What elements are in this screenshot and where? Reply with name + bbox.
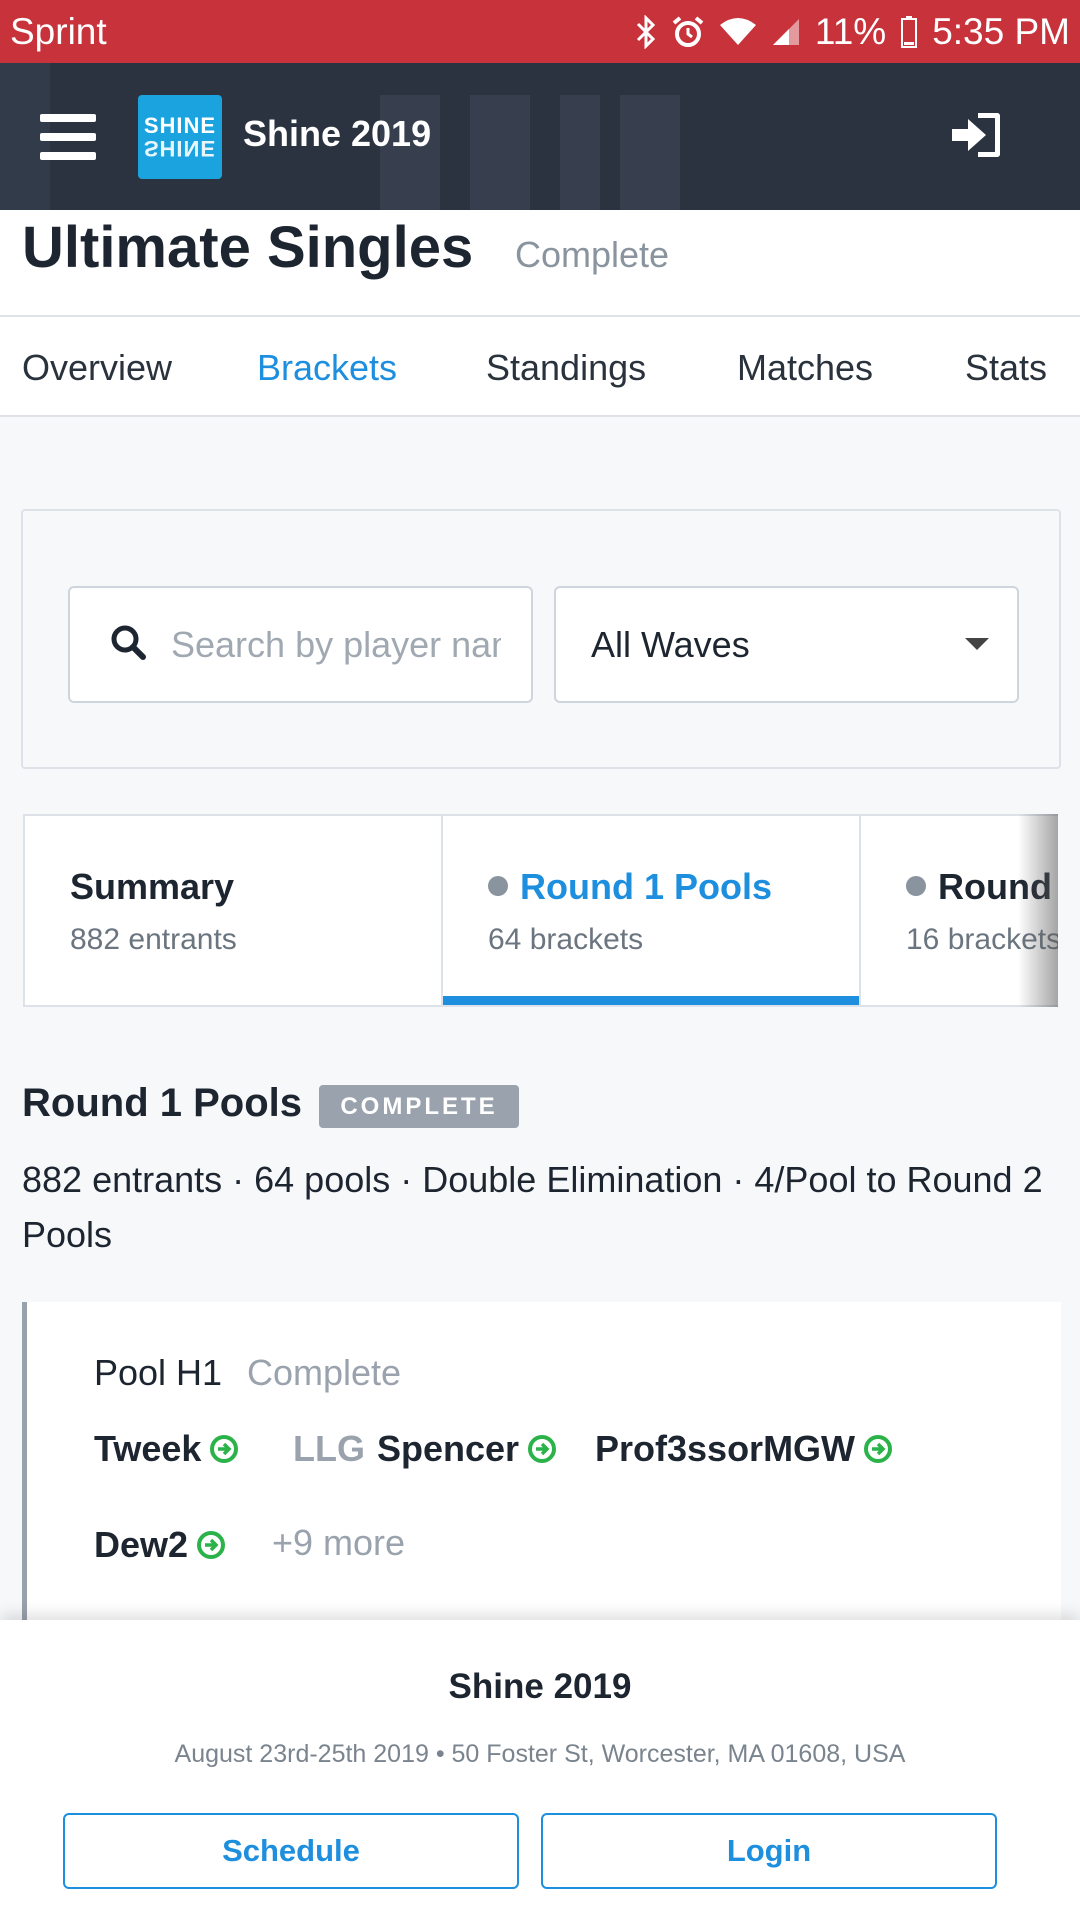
- search-icon: [110, 624, 146, 665]
- phase-selector: Summary 882 entrants Round 1 Pools 64 br…: [23, 814, 1058, 1007]
- tab-matches[interactable]: Matches: [737, 347, 873, 389]
- player-entry[interactable]: LLG Spencer: [293, 1428, 557, 1470]
- active-phase-indicator: [443, 996, 859, 1005]
- phase-card-round-1-pools[interactable]: Round 1 Pools 64 brackets: [441, 814, 861, 1007]
- tab-standings[interactable]: Standings: [486, 347, 646, 389]
- status-dot-icon: [906, 876, 926, 896]
- sign-in-icon[interactable]: [950, 112, 1001, 162]
- player-name: Prof3ssorMGW: [595, 1428, 856, 1469]
- phase-card-subtitle: 882 entrants: [70, 923, 237, 956]
- phase-heading: Round 1 Pools: [22, 1081, 302, 1125]
- event-logo: SHINE SHINE: [138, 95, 222, 179]
- search-input[interactable]: [171, 623, 501, 666]
- phase-card-summary[interactable]: Summary 882 entrants: [23, 814, 443, 1007]
- chevron-down-icon: [965, 638, 989, 650]
- hamburger-menu-icon[interactable]: [40, 114, 96, 160]
- tab-brackets[interactable]: Brackets: [257, 347, 397, 389]
- phase-card-title: Round 1 Pools: [488, 866, 772, 908]
- tab-overview[interactable]: Overview: [22, 347, 172, 389]
- pool-name: Pool H1: [94, 1352, 223, 1393]
- header-title: Shine 2019: [243, 113, 432, 154]
- search-box[interactable]: [68, 586, 533, 703]
- schedule-button[interactable]: Schedule: [63, 1813, 519, 1889]
- scroll-fade: [1018, 814, 1058, 1007]
- carrier-label: Sprint: [10, 10, 107, 52]
- status-dot-icon: [488, 876, 508, 896]
- alarm-icon: [671, 15, 705, 49]
- player-name: Tweek: [94, 1428, 202, 1469]
- status-bar: Sprint 11% 5:35 PM: [0, 0, 1080, 63]
- advance-arrow-icon: [528, 1435, 557, 1463]
- event-footer: Shine 2019 August 23rd-25th 2019 • 50 Fo…: [0, 1620, 1080, 1920]
- player-entry[interactable]: Prof3ssorMGW: [595, 1428, 893, 1470]
- battery-percent: 11%: [814, 10, 887, 52]
- wave-select[interactable]: All Waves: [554, 586, 1019, 703]
- advance-arrow-icon: [864, 1435, 893, 1463]
- phase-description: 882 entrants · 64 pools · Double Elimina…: [22, 1159, 1043, 1255]
- login-button[interactable]: Login: [541, 1813, 997, 1889]
- footer-title: Shine 2019: [448, 1667, 632, 1706]
- player-entry[interactable]: Tweek: [94, 1428, 239, 1470]
- player-entry[interactable]: Dew2: [94, 1524, 226, 1566]
- footer-event-info: August 23rd-25th 2019 • 50 Foster St, Wo…: [174, 1740, 906, 1768]
- event-title: Ultimate Singles: [22, 215, 474, 280]
- advance-arrow-icon: [210, 1435, 239, 1463]
- battery-icon: [900, 15, 918, 49]
- app-header: SHINE SHINE Shine 2019: [0, 63, 1080, 210]
- wifi-icon: [719, 17, 757, 47]
- tab-stats[interactable]: Stats: [965, 347, 1047, 389]
- bluetooth-icon: [635, 14, 657, 49]
- player-name: Spencer: [376, 1428, 520, 1469]
- event-status: Complete: [515, 234, 670, 275]
- clock-time: 5:35 PM: [932, 10, 1070, 52]
- advance-arrow-icon: [197, 1531, 226, 1559]
- more-players-link[interactable]: +9 more: [272, 1522, 405, 1564]
- event-title-section: Ultimate Singles Complete: [0, 210, 1080, 315]
- wave-select-value: All Waves: [591, 623, 750, 665]
- player-prefix: LLG: [293, 1428, 365, 1469]
- filter-panel: All Waves: [21, 509, 1061, 769]
- signal-icon: [771, 17, 801, 47]
- phase-card-title: Summary: [70, 866, 235, 907]
- pool-status: Complete: [247, 1352, 402, 1393]
- phase-card-subtitle: 64 brackets: [488, 923, 644, 956]
- event-tabs: Overview Brackets Standings Matches Stat…: [0, 315, 1080, 417]
- player-name: Dew2: [94, 1524, 189, 1565]
- pool-card[interactable]: Pool H1 Complete Tweek LLG Spencer Prof3…: [22, 1302, 1061, 1622]
- status-badge: COMPLETE: [319, 1085, 519, 1128]
